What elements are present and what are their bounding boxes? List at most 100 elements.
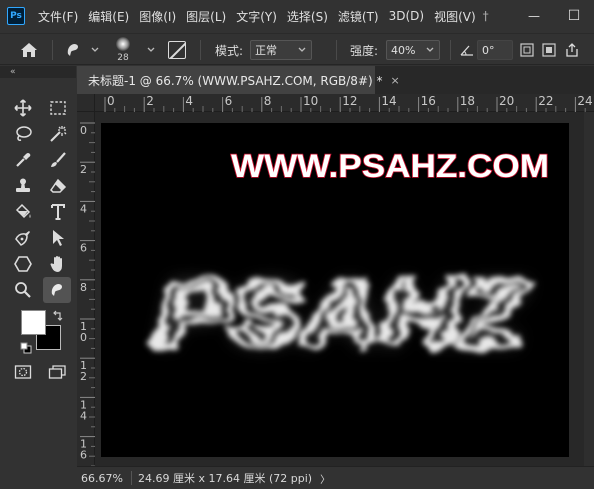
menu-filter[interactable]: 滤镜(T) [338,8,379,25]
magnifier-icon [15,282,31,298]
brush-tool[interactable] [45,148,71,172]
vertical-ruler-ticks: 0246810121416 [80,122,95,466]
eraser-tool[interactable] [45,174,71,198]
menu-image[interactable]: 图像(I) [139,8,176,25]
ruler-origin[interactable] [77,94,95,112]
smoke-text: PSAHZ [156,263,531,365]
vruler-label: 2 [80,370,87,383]
menu-edit[interactable]: 编辑(E) [88,8,129,25]
brush-settings-button[interactable] [168,34,186,66]
path-select-tool[interactable] [45,226,71,250]
bucket-tool[interactable] [10,200,36,224]
photoshop-window: Ps 文件(F) 编辑(E) 图像(I) 图层(L) 文字(Y) 选择(S) 滤… [0,0,594,489]
home-button[interactable] [20,34,38,66]
screen-mode-icon [48,365,66,379]
magic-wand-tool[interactable] [45,122,71,146]
hruler-label: 14 [381,94,396,108]
document-info: 24.69 厘米 x 17.64 厘米 (72 ppi) [138,472,313,485]
horizontal-ruler[interactable]: 0 2 4 6 8 10 12 14 16 18 20 22 24 [95,94,594,112]
menu-file[interactable]: 文件(F) [38,8,78,25]
window-controls: — ☐ [514,0,594,32]
status-bar: 66.67% 24.69 厘米 x 17.64 厘米 (72 ppi) 〉 [77,466,594,489]
lasso-tool[interactable] [10,122,36,146]
pen-tool[interactable] [10,226,36,250]
document-tab-title: 未标题-1 @ 66.7% (WWW.PSAHZ.COM, RGB/8#) * [88,73,383,88]
close-tab-icon[interactable]: × [391,74,400,87]
quick-mask-button[interactable] [10,360,36,384]
vertical-scrollbar[interactable] [584,112,594,466]
menu-overflow[interactable]: † [483,9,489,23]
pressure-button[interactable] [542,34,556,66]
vruler-label: 0 [80,331,87,344]
hand-tool[interactable] [45,252,71,276]
menu-view[interactable]: 视图(V) [434,8,476,25]
hruler-label: 16 [421,94,436,108]
watermark-text: WWW.PSAHZ.COM [231,148,549,184]
foreground-color-swatch[interactable] [21,310,46,335]
magic-wand-icon [50,126,67,142]
type-tool[interactable] [45,200,71,224]
minimize-icon: — [528,9,540,23]
smudge-icon [67,44,78,56]
maximize-button[interactable]: ☐ [554,0,594,32]
pressure-icon [542,43,556,57]
smudge-tool[interactable] [43,277,71,303]
screen-mode-button[interactable] [45,360,71,384]
hruler-label: 10 [303,94,318,108]
zoom-tool[interactable] [10,278,36,302]
photoshop-logo-icon[interactable]: Ps [7,7,25,25]
brush-picker-dropdown[interactable] [146,34,156,66]
hexagon-icon [14,256,32,272]
brush-tip-icon [116,37,130,51]
menu-type[interactable]: 文字(Y) [236,8,277,25]
vruler-label: 4 [80,202,87,215]
paint-bucket-icon [15,203,31,219]
sample-all-layers-checkbox[interactable] [520,34,534,66]
status-menu-arrow-icon[interactable]: 〉 [320,471,330,486]
tools-panel-collapse[interactable]: « [0,66,76,78]
move-tool[interactable] [10,96,36,120]
mode-label: 模式: [215,43,244,58]
tool-preset-picker[interactable] [64,34,100,66]
home-icon [21,43,37,57]
zoom-level[interactable]: 66.67% [81,472,125,485]
share-button[interactable] [564,34,580,66]
hruler-label: 0 [107,94,115,108]
hruler-label: 20 [499,94,514,108]
strength-field[interactable]: 40% [386,40,440,60]
menu-select[interactable]: 选择(S) [287,8,328,25]
tools-panel: « [0,66,76,489]
canvas-artwork: WWW.PSAHZ.COM PSAHZ PSAHZ [153,147,550,368]
hruler-label: 12 [342,94,357,108]
vruler-label: 0 [80,124,87,137]
document-canvas[interactable]: WWW.PSAHZ.COM PSAHZ PSAHZ [101,123,569,457]
move-icon [14,99,32,117]
vertical-ruler[interactable]: 0246810121416 [77,112,95,466]
hruler-label: 24 [577,94,592,108]
chevron-down-icon [298,47,306,52]
minimize-button[interactable]: — [514,0,554,32]
brush-picker[interactable]: 28 [116,34,130,66]
eyedropper-tool[interactable] [10,148,36,172]
chevron-down-icon [426,47,434,52]
menu-layer[interactable]: 图层(L) [186,8,226,25]
strength-label: 强度: [350,43,379,58]
shape-tool[interactable] [10,252,36,276]
mode-select[interactable]: 正常 [250,40,312,60]
hruler-label: 6 [225,94,233,108]
vruler-label: 4 [80,409,87,422]
default-colors-icon[interactable] [20,342,32,357]
swap-colors-icon[interactable] [52,310,64,325]
angle-field[interactable]: 0° [477,40,513,60]
vruler-label: 8 [80,281,87,294]
quick-mask-icon [14,365,32,379]
marquee-tool[interactable] [45,96,71,120]
menu-3d[interactable]: 3D(D) [389,9,424,23]
angle-value: 0° [482,43,495,57]
type-icon [51,204,65,220]
mode-value: 正常 [255,44,277,57]
lasso-icon [16,126,32,141]
stamp-tool[interactable] [10,174,36,198]
menu-items: 文件(F) 编辑(E) 图像(I) 图层(L) 文字(Y) 选择(S) 滤镜(T… [38,0,499,32]
document-tab[interactable]: 未标题-1 @ 66.7% (WWW.PSAHZ.COM, RGB/8#) * … [77,66,400,94]
